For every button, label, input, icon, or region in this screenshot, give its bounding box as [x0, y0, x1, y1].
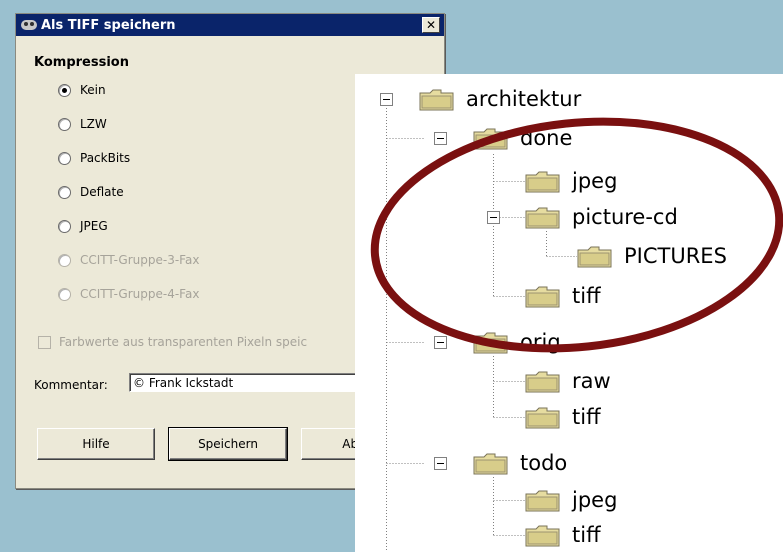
tree-node-label: todo: [520, 451, 568, 475]
radio-button: [58, 287, 71, 301]
folder-icon: [577, 244, 612, 268]
tree-node-picture-cd[interactable]: picture-cd: [525, 205, 678, 229]
radio-option-lzw[interactable]: LZW: [58, 117, 107, 131]
radio-option-packbits[interactable]: PackBits: [58, 151, 130, 165]
radio-button[interactable]: [58, 185, 71, 199]
tree-node-tiff[interactable]: tiff: [525, 284, 601, 308]
radio-button[interactable]: [58, 83, 71, 97]
collapse-done-icon[interactable]: [434, 132, 447, 145]
tree-node-label: tiff: [572, 405, 601, 429]
collapse-orig-icon[interactable]: [434, 336, 447, 349]
folder-icon: [525, 369, 560, 393]
tree-node-todo[interactable]: todo: [473, 451, 567, 475]
radio-button[interactable]: [58, 219, 71, 233]
folder-icon: [525, 405, 560, 429]
radio-label: Deflate: [80, 185, 124, 199]
radio-label: CCITT-Gruppe-4-Fax: [80, 287, 200, 301]
tree-node-architektur[interactable]: architektur: [419, 87, 581, 111]
checkbox-label: Farbwerte aus transparenten Pixeln speic: [59, 335, 308, 349]
folder-icon: [525, 488, 560, 512]
radio-option-jpeg[interactable]: JPEG: [58, 219, 108, 233]
save-button[interactable]: Speichern: [168, 427, 288, 461]
folder-icon: [525, 205, 560, 229]
radio-label: JPEG: [80, 219, 108, 233]
tree-node-label: done: [520, 126, 573, 150]
collapse-picture-cd-icon[interactable]: [487, 211, 500, 224]
tree-node-tiff[interactable]: tiff: [525, 523, 601, 547]
folder-icon: [525, 169, 560, 193]
tree-node-done[interactable]: done: [473, 126, 572, 150]
dialog-title: Als TIFF speichern: [41, 17, 176, 33]
tree-node-label: tiff: [572, 284, 601, 308]
tree-node-pictures[interactable]: PICTURES: [577, 244, 727, 268]
tree-node-label: picture-cd: [572, 205, 678, 229]
tree-node-jpeg[interactable]: jpeg: [525, 488, 617, 512]
radio-button: [58, 253, 71, 267]
folder-icon: [419, 87, 454, 111]
radio-option-kein[interactable]: Kein: [58, 83, 106, 97]
radio-label: Kein: [80, 83, 106, 97]
folder-icon: [473, 126, 508, 150]
radio-label: PackBits: [80, 151, 131, 165]
tree-node-tiff[interactable]: tiff: [525, 405, 601, 429]
tree-node-label: jpeg: [572, 169, 618, 193]
tree-node-label: raw: [572, 369, 611, 393]
comment-label: Kommentar:: [34, 378, 108, 392]
folder-icon: [473, 451, 508, 475]
compression-heading: Kompression: [34, 55, 129, 70]
gimp-app-icon: [21, 20, 37, 30]
collapse-architektur-icon[interactable]: [380, 93, 393, 106]
radio-label: LZW: [80, 117, 107, 131]
radio-option-ccitt4: CCITT-Gruppe-4-Fax: [58, 287, 199, 301]
radio-button[interactable]: [58, 117, 71, 131]
radio-label: CCITT-Gruppe-3-Fax: [80, 253, 200, 267]
folder-icon: [525, 523, 560, 547]
folder-icon: [525, 284, 560, 308]
tree-node-raw[interactable]: raw: [525, 369, 611, 393]
tree-node-jpeg[interactable]: jpeg: [525, 169, 617, 193]
comment-field[interactable]: © Frank Ickstadt: [129, 373, 379, 392]
close-icon[interactable]: ✕: [422, 17, 440, 33]
tree-node-label: tiff: [572, 523, 601, 547]
tree-node-orig[interactable]: orig: [473, 330, 561, 354]
checkbox: [38, 335, 51, 349]
tree-node-label: jpeg: [572, 488, 618, 512]
radio-option-ccitt3: CCITT-Gruppe-3-Fax: [58, 253, 199, 267]
tree-node-label: architektur: [466, 87, 582, 111]
dialog-titlebar[interactable]: Als TIFF speichern ✕: [16, 14, 444, 36]
folder-tree-panel: architektur done jpeg picture-cd PICTURE…: [355, 74, 783, 552]
save-transparent-colors-option: Farbwerte aus transparenten Pixeln speic: [38, 335, 307, 349]
tree-node-label: PICTURES: [624, 244, 727, 268]
radio-option-deflate[interactable]: Deflate: [58, 185, 124, 199]
collapse-todo-icon[interactable]: [434, 457, 447, 470]
tree-node-label: orig: [520, 330, 561, 354]
folder-icon: [473, 330, 508, 354]
help-button[interactable]: Hilfe: [37, 428, 155, 460]
radio-button[interactable]: [58, 151, 71, 165]
